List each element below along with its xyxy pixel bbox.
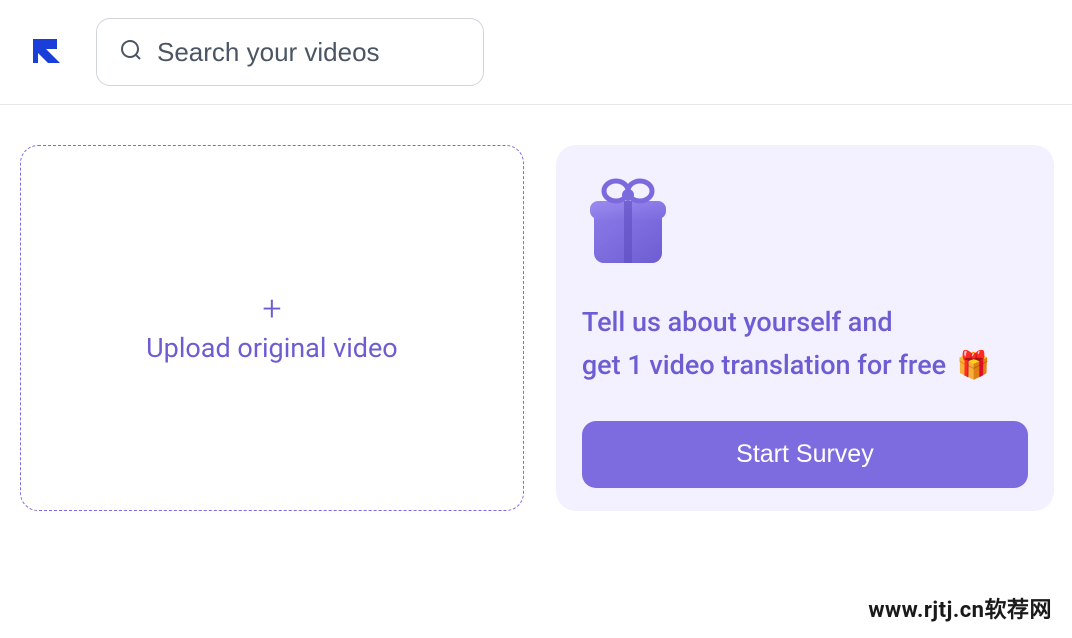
start-survey-button[interactable]: Start Survey bbox=[582, 421, 1028, 488]
main-content: + Upload original video bbox=[0, 105, 1072, 531]
header bbox=[0, 0, 1072, 105]
search-input[interactable] bbox=[157, 37, 461, 68]
survey-line2: get 1 video translation for free bbox=[582, 349, 946, 381]
search-icon bbox=[119, 38, 143, 66]
survey-line1: Tell us about yourself and bbox=[582, 306, 893, 338]
survey-card: Tell us about yourself and get 1 video t… bbox=[556, 145, 1054, 511]
gift-emoji-icon: 🎁 bbox=[957, 344, 991, 387]
search-container[interactable] bbox=[96, 18, 484, 86]
logo-arrow-icon bbox=[20, 28, 68, 76]
plus-icon: + bbox=[262, 292, 281, 326]
watermark-text: www.rjtj.cn软荐网 bbox=[868, 592, 1052, 624]
survey-text: Tell us about yourself and get 1 video t… bbox=[582, 301, 1028, 387]
logo[interactable] bbox=[20, 28, 68, 76]
upload-video-card[interactable]: + Upload original video bbox=[20, 145, 524, 511]
upload-label: Upload original video bbox=[146, 332, 398, 364]
gift-box-icon bbox=[582, 173, 674, 269]
